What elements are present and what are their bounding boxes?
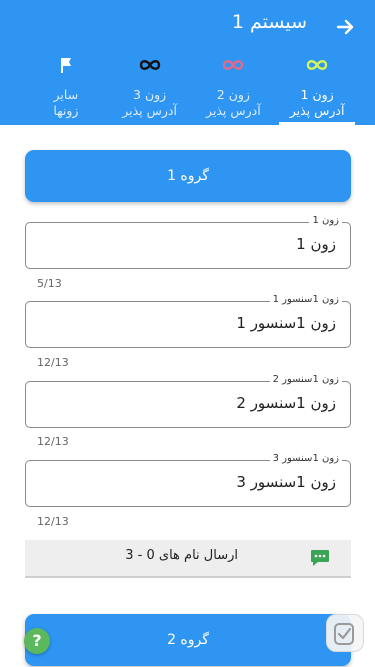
field-label: زون 1 [309, 214, 342, 228]
field-value: زون 1 [296, 235, 336, 253]
page-title: سیستم 1 [231, 11, 307, 33]
arrow-right-icon[interactable] [330, 12, 360, 42]
field-label: زون 1سنسور 2 [269, 373, 342, 387]
tab-zone-1[interactable]: زون 1 آدرس پذیر [275, 52, 359, 125]
tab-label: زون 2 آدرس پذیر [206, 87, 261, 118]
char-counter: 12/13 [37, 435, 69, 448]
field-value: زون 1سنسور 2 [236, 394, 336, 412]
sensor-3-name-field[interactable]: زون 1سنسور 3 زون 1سنسور 3 [25, 452, 351, 507]
tab-label: زون 3 آدرس پذیر [122, 87, 177, 118]
char-counter: 12/13 [37, 515, 69, 528]
infinity-icon [306, 60, 328, 70]
char-counter: 12/13 [37, 356, 69, 369]
send-names-button[interactable]: ارسال نام های 0 - 3 [25, 540, 351, 578]
flag-icon [60, 58, 71, 73]
active-tab-indicator [279, 122, 355, 125]
sensor-2-name-field[interactable]: زون 1سنسور 2 زون 1سنسور 2 [25, 373, 351, 428]
tab-label: سایر زونها [53, 87, 79, 118]
send-names-label: ارسال نام های 0 - 3 [125, 548, 238, 563]
field-label: زون 1سنسور 1 [269, 293, 342, 307]
tab-zone-2[interactable]: زون 2 آدرس پذیر [192, 52, 276, 125]
field-value: زون 1سنسور 1 [236, 314, 336, 332]
char-counter: 5/13 [37, 277, 62, 290]
infinity-icon [223, 60, 244, 70]
group-1-button[interactable]: گروه 1 [25, 150, 351, 202]
zone-name-field[interactable]: زون 1 زون 1 [25, 214, 351, 269]
tab-other-zones[interactable]: سایر زونها [24, 52, 108, 125]
app-bar: سیستم 1 زون 1 آدرس پذیر زون 2 آدرس پذیر … [0, 0, 375, 125]
field-label: زون 1سنسور 3 [269, 452, 342, 466]
message-icon [311, 550, 329, 566]
tab-label: زون 1 آدرس پذیر [289, 87, 345, 118]
check-icon [334, 623, 354, 645]
infinity-icon [139, 60, 160, 70]
field-value: زون 1سنسور 3 [236, 473, 336, 491]
overlay-badge[interactable] [326, 614, 364, 652]
zone-tabs: زون 1 آدرس پذیر زون 2 آدرس پذیر زون 3 آد… [24, 52, 359, 125]
tab-zone-3[interactable]: زون 3 آدرس پذیر [108, 52, 192, 125]
group-2-button[interactable]: گروه 2 [25, 614, 351, 666]
help-button[interactable]: ? [24, 628, 50, 654]
sensor-1-name-field[interactable]: زون 1سنسور 1 زون 1سنسور 1 [25, 293, 351, 348]
